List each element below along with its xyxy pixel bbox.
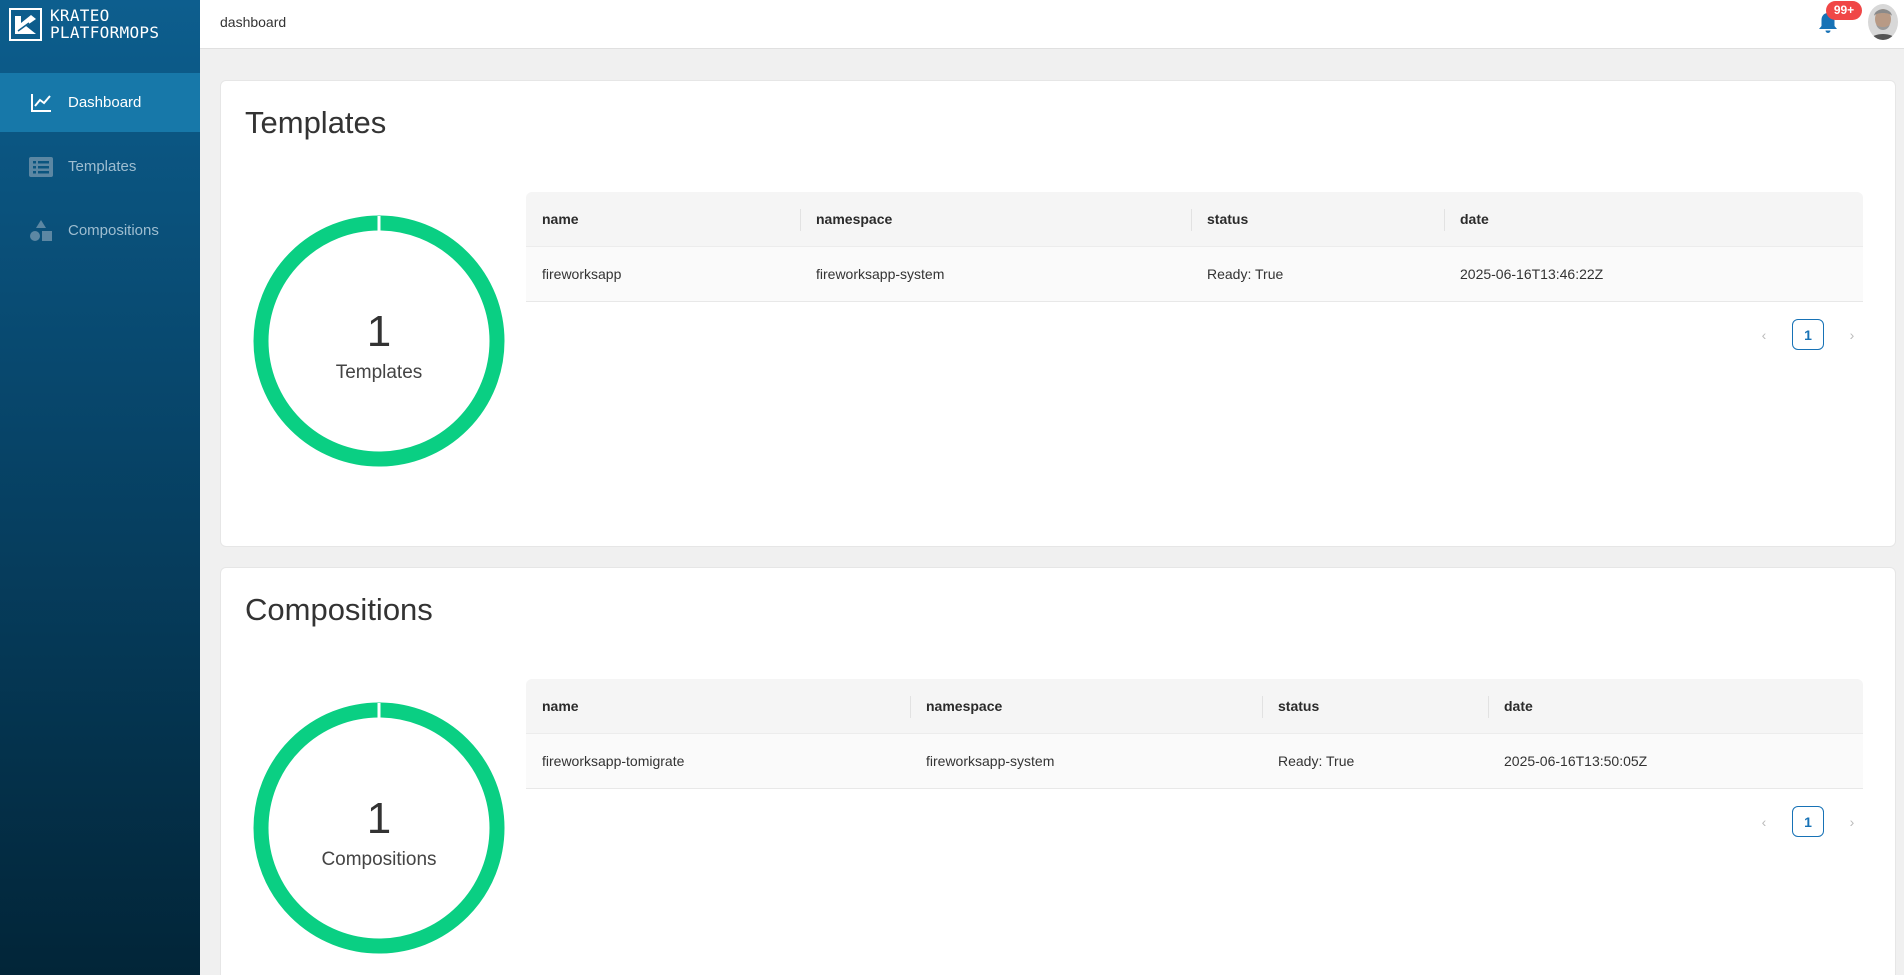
column-header-namespace[interactable]: namespace <box>800 209 1191 231</box>
krateo-logo-icon <box>9 7 42 41</box>
templates-table: name namespace status date fireworksapp … <box>526 192 1863 302</box>
line-chart-icon <box>29 92 53 114</box>
table-header: name namespace status date <box>526 192 1863 247</box>
chevron-right-icon[interactable]: › <box>1842 325 1862 345</box>
chevron-left-icon[interactable]: ‹ <box>1754 812 1774 832</box>
chevron-left-icon[interactable]: ‹ <box>1754 325 1774 345</box>
table-header: name namespace status date <box>526 679 1863 734</box>
templates-count: 1 <box>366 307 392 356</box>
topbar: dashboard 99+ <box>200 0 1904 49</box>
krateo-logo[interactable]: KRATEO PLATFORMOPS <box>0 0 200 48</box>
chevron-right-icon[interactable]: › <box>1842 812 1862 832</box>
brand-line-2: PLATFORMOPS <box>50 23 160 42</box>
sidebar: KRATEO PLATFORMOPS Dashboard Templates C… <box>0 0 200 975</box>
cell-date: 2025-06-16T13:46:22Z <box>1460 266 1604 282</box>
breadcrumb: dashboard <box>220 14 287 30</box>
column-header-name[interactable]: name <box>526 698 910 714</box>
sidebar-item-compositions[interactable]: Compositions <box>0 201 200 260</box>
column-header-namespace[interactable]: namespace <box>910 696 1262 718</box>
templates-count-label: Templates <box>335 362 423 383</box>
cell-name: fireworksapp-tomigrate <box>542 753 685 769</box>
compositions-card: Compositions 1 Compositions name namespa… <box>220 567 1896 975</box>
table-row[interactable]: fireworksapp-tomigrate fireworksapp-syst… <box>526 734 1863 789</box>
column-header-status[interactable]: status <box>1262 696 1488 718</box>
column-header-status[interactable]: status <box>1191 209 1444 231</box>
page-button[interactable]: 1 <box>1792 806 1824 837</box>
avatar[interactable] <box>1868 4 1898 40</box>
compositions-title: Compositions <box>245 592 433 627</box>
templates-pagination: ‹ 1 › <box>1754 319 1862 350</box>
cell-status: Ready: True <box>1207 266 1284 282</box>
sidebar-item-label: Compositions <box>68 222 159 239</box>
sidebar-item-label: Templates <box>68 158 137 175</box>
cell-date: 2025-06-16T13:50:05Z <box>1504 753 1648 769</box>
sidebar-item-label: Dashboard <box>68 94 142 111</box>
column-header-date[interactable]: date <box>1488 696 1863 718</box>
brand-line-1: KRATEO <box>50 6 110 25</box>
sidebar-item-dashboard[interactable]: Dashboard <box>0 73 200 132</box>
column-header-name[interactable]: name <box>526 211 800 227</box>
page-button[interactable]: 1 <box>1792 319 1824 350</box>
column-header-date[interactable]: date <box>1444 209 1863 231</box>
compositions-count-label: Compositions <box>321 849 437 870</box>
table-row[interactable]: fireworksapp fireworksapp-system Ready: … <box>526 247 1863 302</box>
compositions-count: 1 <box>366 794 392 843</box>
compositions-pagination: ‹ 1 › <box>1754 806 1862 837</box>
templates-title: Templates <box>245 105 387 140</box>
compositions-table: name namespace status date fireworksapp-… <box>526 679 1863 789</box>
cell-namespace: fireworksapp-system <box>926 753 1055 769</box>
sidebar-item-templates[interactable]: Templates <box>0 137 200 196</box>
cell-status: Ready: True <box>1278 753 1355 769</box>
templates-card: Templates 1 Templates name namespace sta… <box>220 80 1896 547</box>
sidebar-nav: Dashboard Templates Compositions <box>0 73 200 260</box>
cell-namespace: fireworksapp-system <box>816 266 945 282</box>
cell-name: fireworksapp <box>542 266 622 282</box>
list-icon <box>29 156 53 178</box>
notification-badge: 99+ <box>1826 1 1862 20</box>
shapes-icon <box>29 219 53 242</box>
